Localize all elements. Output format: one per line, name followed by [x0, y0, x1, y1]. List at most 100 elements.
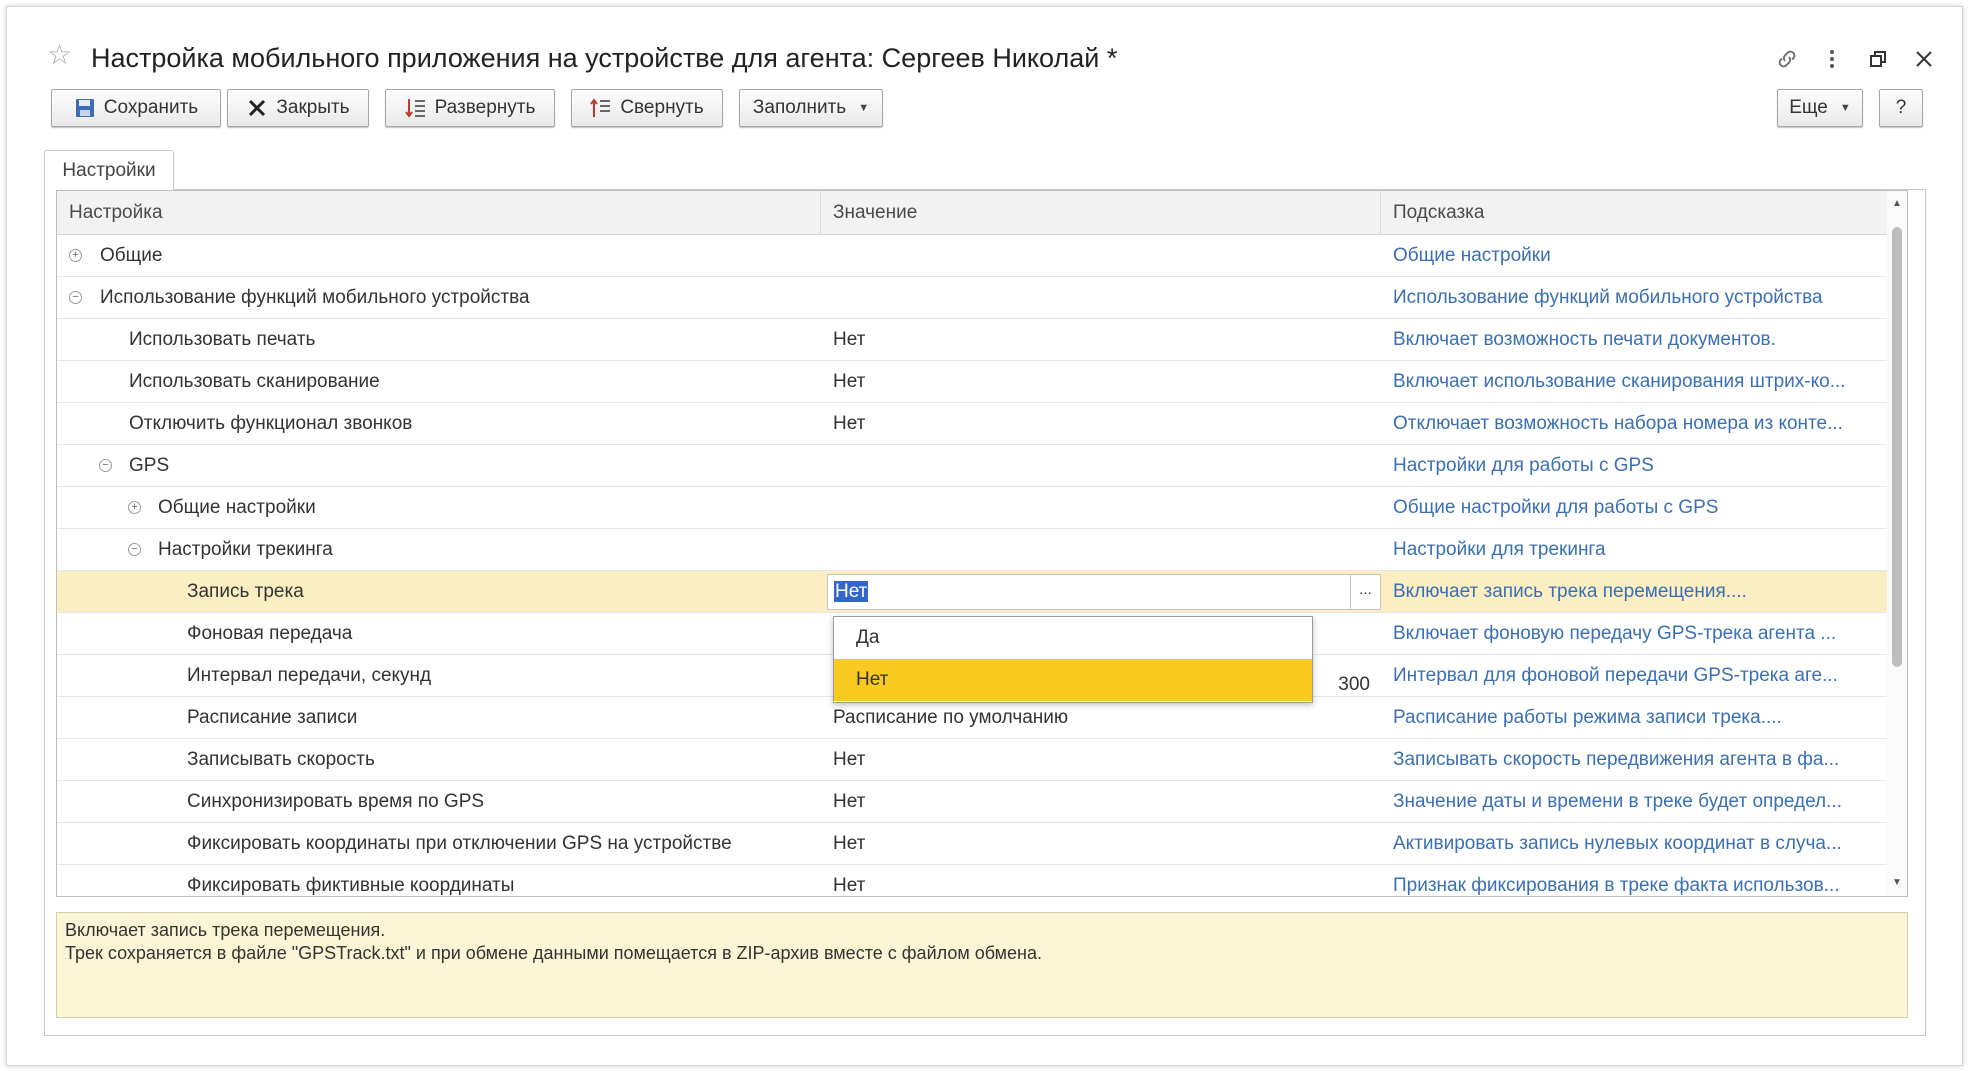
- value-edit-field[interactable]: Нет: [827, 574, 1351, 610]
- setting-name: Запись трека: [187, 581, 304, 602]
- hint-link[interactable]: Включает запись трека перемещения....: [1381, 571, 1887, 613]
- expand-label: Развернуть: [434, 97, 536, 118]
- hint-link[interactable]: Интервал для фоновой передачи GPS-трека …: [1381, 655, 1887, 697]
- table-row[interactable]: Использовать сканирование Нет Включает и…: [57, 361, 1887, 403]
- table-body: + Общие Общие настройки − Использование …: [57, 235, 1887, 896]
- value-cell[interactable]: [821, 277, 1381, 319]
- setting-name: Интервал передачи, секунд: [187, 665, 432, 686]
- setting-cell: Фиксировать фиктивные координаты: [57, 865, 821, 896]
- table-row[interactable]: Фиксировать фиктивные координаты Нет При…: [57, 865, 1887, 896]
- table-row[interactable]: + Общие Общие настройки: [57, 235, 1887, 277]
- table-row[interactable]: + Общие настройки Общие настройки для ра…: [57, 487, 1887, 529]
- value-cell[interactable]: Расписание по умолчанию: [821, 697, 1381, 739]
- setting-cell: − Использование функций мобильного устро…: [57, 277, 821, 319]
- scroll-thumb[interactable]: [1892, 227, 1902, 667]
- hint-link[interactable]: Активировать запись нулевых координат в …: [1381, 823, 1887, 865]
- restore-icon-svg: [1870, 51, 1886, 67]
- scroll-up-icon[interactable]: ▲: [1887, 195, 1907, 213]
- collapse-minus-icon[interactable]: −: [128, 543, 141, 556]
- close-label: Закрыть: [276, 97, 350, 118]
- value-cell[interactable]: Нет: [821, 403, 1381, 445]
- choice-button[interactable]: ...: [1351, 574, 1381, 610]
- help-label: ?: [1895, 97, 1907, 118]
- setting-name: Записывать скорость: [187, 749, 375, 770]
- table-header: Настройка Значение Подсказка: [57, 191, 1887, 235]
- close-icon[interactable]: [1910, 47, 1938, 75]
- toolbar: Сохранить Закрыть Развернуть Свернуть За…: [43, 89, 1926, 129]
- table-row[interactable]: − Настройки трекинга Настройки для треки…: [57, 529, 1887, 571]
- chevron-down-icon: ▼: [1839, 102, 1851, 114]
- value-cell[interactable]: [821, 529, 1381, 571]
- hint-link[interactable]: Расписание работы режима записи трека...…: [1381, 697, 1887, 739]
- setting-cell: Расписание записи: [57, 697, 821, 739]
- close-button[interactable]: Закрыть: [227, 89, 369, 127]
- value-cell[interactable]: [821, 487, 1381, 529]
- table-row[interactable]: − Использование функций мобильного устро…: [57, 277, 1887, 319]
- settings-table[interactable]: Настройка Значение Подсказка + Общие Общ…: [56, 190, 1908, 897]
- hint-link[interactable]: Настройки для работы с GPS: [1381, 445, 1887, 487]
- table-row[interactable]: Записывать скорость Нет Записывать скоро…: [57, 739, 1887, 781]
- hint-link[interactable]: Включает фоновую передачу GPS-трека аген…: [1381, 613, 1887, 655]
- value-cell[interactable]: Нет: [821, 823, 1381, 865]
- title-bar: ☆ Настройка мобильного приложения на уст…: [7, 7, 1962, 73]
- table-row[interactable]: Использовать печать Нет Включает возможн…: [57, 319, 1887, 361]
- column-header-hint[interactable]: Подсказка: [1381, 191, 1887, 235]
- hint-link[interactable]: Использование функций мобильного устройс…: [1381, 277, 1887, 319]
- hint-link[interactable]: Включает использование сканирования штри…: [1381, 361, 1887, 403]
- hint-link[interactable]: Значение даты и времени в треке будет оп…: [1381, 781, 1887, 823]
- hint-link[interactable]: Общие настройки: [1381, 235, 1887, 277]
- more-button[interactable]: Еще ▼: [1777, 89, 1863, 127]
- collapse-minus-icon[interactable]: −: [69, 291, 82, 304]
- hint-link[interactable]: Отключает возможность набора номера из к…: [1381, 403, 1887, 445]
- star-icon[interactable]: ☆: [47, 41, 72, 69]
- collapse-label: Свернуть: [620, 97, 704, 118]
- scroll-down-icon[interactable]: ▼: [1887, 874, 1907, 892]
- table-row[interactable]: Отключить функционал звонков Нет Отключа…: [57, 403, 1887, 445]
- link-icon-svg: [1778, 50, 1796, 68]
- value-cell[interactable]: [821, 445, 1381, 487]
- hint-link[interactable]: Настройки для трекинга: [1381, 529, 1887, 571]
- dropdown-option-yes[interactable]: Да: [834, 617, 1312, 659]
- interval-value[interactable]: 300: [1320, 664, 1370, 706]
- save-button[interactable]: Сохранить: [51, 89, 221, 127]
- setting-name: Фиксировать координаты при отключении GP…: [187, 833, 732, 854]
- value-cell[interactable]: Нет: [821, 865, 1381, 896]
- hint-link[interactable]: Записывать скорость передвижения агента …: [1381, 739, 1887, 781]
- restore-icon[interactable]: [1864, 47, 1892, 75]
- table-row[interactable]: Расписание записи Расписание по умолчани…: [57, 697, 1887, 739]
- value-cell[interactable]: [821, 235, 1381, 277]
- setting-cell: Фиксировать координаты при отключении GP…: [57, 823, 821, 865]
- table-row[interactable]: Фиксировать координаты при отключении GP…: [57, 823, 1887, 865]
- tab-settings[interactable]: Настройки: [44, 150, 174, 190]
- link-icon[interactable]: [1773, 47, 1801, 75]
- vertical-scrollbar[interactable]: ▲ ▼: [1887, 191, 1907, 896]
- dropdown-option-no[interactable]: Нет: [834, 659, 1312, 701]
- help-button[interactable]: ?: [1879, 89, 1923, 127]
- setting-cell: Использовать сканирование: [57, 361, 821, 403]
- window-title: Настройка мобильного приложения на устро…: [91, 43, 1118, 73]
- table-row[interactable]: Синхронизировать время по GPS Нет Значен…: [57, 781, 1887, 823]
- value-cell[interactable]: Нет: [821, 319, 1381, 361]
- setting-cell: Фоновая передача: [57, 613, 821, 655]
- tab-settings-label: Настройки: [62, 159, 156, 181]
- hint-link[interactable]: Общие настройки для работы с GPS: [1381, 487, 1887, 529]
- hint-link[interactable]: Включает возможность печати документов.: [1381, 319, 1887, 361]
- value-cell[interactable]: Нет: [821, 361, 1381, 403]
- value-dropdown-list[interactable]: Да Нет: [833, 616, 1313, 703]
- expand-plus-icon[interactable]: +: [128, 501, 141, 514]
- table-row-selected[interactable]: Запись трека Нет ... Включает запись тре…: [57, 571, 1887, 613]
- expand-plus-icon[interactable]: +: [69, 249, 82, 262]
- more-vert-icon[interactable]: [1818, 47, 1846, 75]
- column-header-value[interactable]: Значение: [821, 191, 1381, 235]
- setting-name: Отключить функционал звонков: [129, 413, 413, 434]
- column-header-setting[interactable]: Настройка: [57, 191, 821, 235]
- expand-button[interactable]: Развернуть: [385, 89, 555, 127]
- hint-link[interactable]: Признак фиксирования в треке факта испол…: [1381, 865, 1887, 896]
- value-cell[interactable]: Нет: [821, 781, 1381, 823]
- fill-button[interactable]: Заполнить ▼: [739, 89, 883, 127]
- setting-name: Настройки трекинга: [158, 539, 333, 560]
- value-cell[interactable]: Нет: [821, 739, 1381, 781]
- table-row[interactable]: − GPS Настройки для работы с GPS: [57, 445, 1887, 487]
- collapse-minus-icon[interactable]: −: [99, 459, 112, 472]
- collapse-button[interactable]: Свернуть: [571, 89, 723, 127]
